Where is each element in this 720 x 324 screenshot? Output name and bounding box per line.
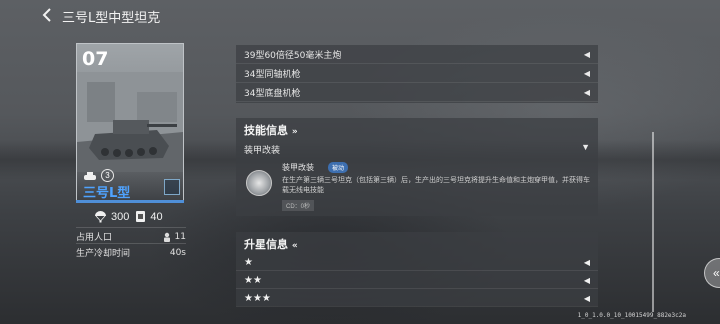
tier-badge-icon: 3	[101, 169, 114, 182]
weapon-label: 34型底盘机枪	[244, 88, 301, 99]
expand-left-icon[interactable]: ◀	[584, 88, 590, 97]
skills-title[interactable]: 技能信息 »	[244, 122, 298, 138]
star-row[interactable]: ★ ◀	[236, 254, 598, 271]
collapse-down-icon[interactable]: ▼	[581, 142, 590, 152]
star-level-label: ★★	[244, 274, 262, 286]
unit-number: 07	[82, 48, 109, 70]
page-title: 三号L型中型坦克	[62, 11, 161, 26]
skill-cooldown: CD：0秒	[282, 200, 315, 211]
weapon-row[interactable]: 34型底盘机枪 ◀	[236, 83, 598, 102]
star-level-label: ★★★	[244, 292, 271, 304]
cost-secondary-value: 40	[150, 210, 163, 223]
expand-left-icon[interactable]: ◀	[584, 258, 590, 267]
cooldown-label: 生产冷却时间	[76, 249, 131, 259]
expand-left-icon[interactable]: ◀	[584, 69, 590, 78]
tank-illustration	[77, 72, 183, 172]
oil-icon	[136, 211, 146, 222]
stars-title-text: 升星信息	[244, 238, 288, 251]
skill-subsection-label: 装甲改装	[244, 146, 281, 156]
star-level-label: ★	[244, 256, 253, 268]
skills-panel: 技能信息 » 装甲改装 ▼ 装甲改装 被动 在生产第三辆三号坦克（包括第三辆）后…	[236, 118, 598, 216]
scrollbar[interactable]	[652, 132, 654, 312]
double-chevron-down-icon: »	[291, 127, 298, 137]
version-label: 1_0_1.0.0_10_10015499_882e3c2a	[577, 312, 686, 319]
skill-type-badge: 被动	[328, 162, 349, 173]
expand-left-icon[interactable]: ◀	[584, 276, 590, 285]
star-row[interactable]: ★★★ ◀	[236, 290, 598, 307]
tank-class-icon	[84, 171, 96, 180]
weapon-label: 39型60倍径50毫米主炮	[244, 50, 342, 61]
stars-title[interactable]: 升星信息 «	[244, 236, 298, 252]
weapon-row[interactable]: 34型同轴机枪 ◀	[236, 64, 598, 83]
card-highlight-bar	[76, 200, 184, 203]
cooldown-row: 生产冷却时间 40s	[76, 246, 186, 260]
back-arrow-icon[interactable]	[38, 6, 56, 24]
weapon-row[interactable]: 39型60倍径50毫米主炮 ◀	[236, 45, 598, 64]
parachute-icon	[95, 211, 106, 223]
population-row: 占用人口 11	[76, 230, 186, 244]
star-upgrade-panel: 升星信息 « ★ ◀ ★★ ◀ ★★★ ◀	[236, 232, 598, 307]
skill-description: 在生产第三辆三号坦克（包括第三辆）后，生产出的三号坦克将提升生命值和主炮穿甲值，…	[282, 176, 590, 194]
cooldown-value: 40s	[169, 247, 186, 258]
skill-name: 装甲改装	[282, 163, 314, 172]
skills-title-text: 技能信息	[244, 124, 288, 137]
soldier-icon	[163, 232, 170, 242]
armor-upgrade-icon	[246, 170, 272, 196]
population-label: 占用人口	[76, 233, 113, 243]
stats-divider-2	[76, 243, 186, 244]
unit-class-row: 3	[83, 169, 114, 182]
double-chevron-left-icon: «	[291, 241, 298, 251]
unit-card: 07 3 三号L型	[76, 43, 184, 201]
weapon-label: 34型同轴机枪	[244, 69, 301, 80]
card-corner-icon[interactable]	[164, 179, 180, 195]
weapons-panel: 39型60倍径50毫米主炮 ◀ 34型同轴机枪 ◀ 34型底盘机枪 ◀	[236, 45, 598, 103]
population-value: 11	[174, 231, 186, 242]
cost-row: 300 40	[94, 210, 163, 223]
unit-name: 三号L型	[83, 186, 131, 201]
cost-primary-value: 300	[111, 210, 130, 223]
star-row[interactable]: ★★ ◀	[236, 272, 598, 289]
stats-divider	[76, 227, 186, 228]
expand-left-icon[interactable]: ◀	[584, 294, 590, 303]
expand-left-icon[interactable]: ◀	[584, 50, 590, 59]
